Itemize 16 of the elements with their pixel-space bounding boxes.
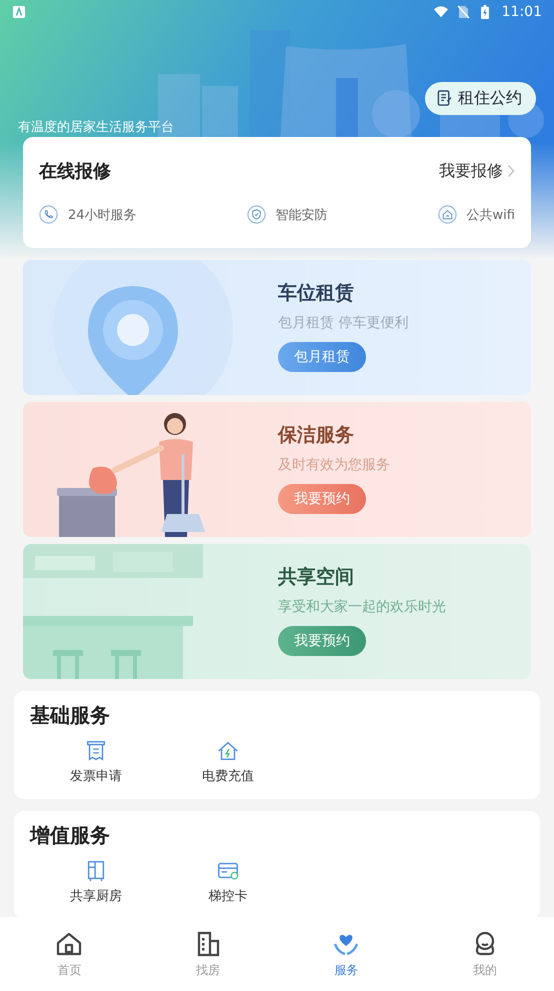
banner-title: 车位租赁 [278, 281, 354, 306]
banner-subtitle: 包月租赁 停车更便利 [278, 314, 408, 332]
service-label[interactable]: 共享厨房 [70, 887, 122, 905]
service-banner[interactable]: 共享空间 享受和大家一起的欢乐时光 我要预约 [23, 544, 531, 679]
banner-subtitle: 享受和大家一起的欢乐时光 [278, 598, 446, 616]
nav-tab[interactable]: 服务 [277, 917, 416, 991]
section-title: 基础服务 [30, 702, 111, 729]
service-label[interactable]: 发票申请 [70, 767, 122, 785]
section-title: 增值服务 [30, 822, 111, 849]
service-label[interactable]: 电费充值 [202, 767, 254, 785]
banner-title: 保洁服务 [278, 423, 354, 448]
service-banner[interactable]: 车位租赁 包月租赁 停车更便利 包月租赁 [23, 260, 531, 395]
service-label[interactable]: 梯控卡 [208, 887, 248, 905]
service-banner[interactable]: 保洁服务 及时有效为您服务 我要预约 [23, 402, 531, 537]
banner-subtitle: 及时有效为您服务 [278, 456, 390, 474]
banner-title: 共享空间 [278, 565, 354, 590]
